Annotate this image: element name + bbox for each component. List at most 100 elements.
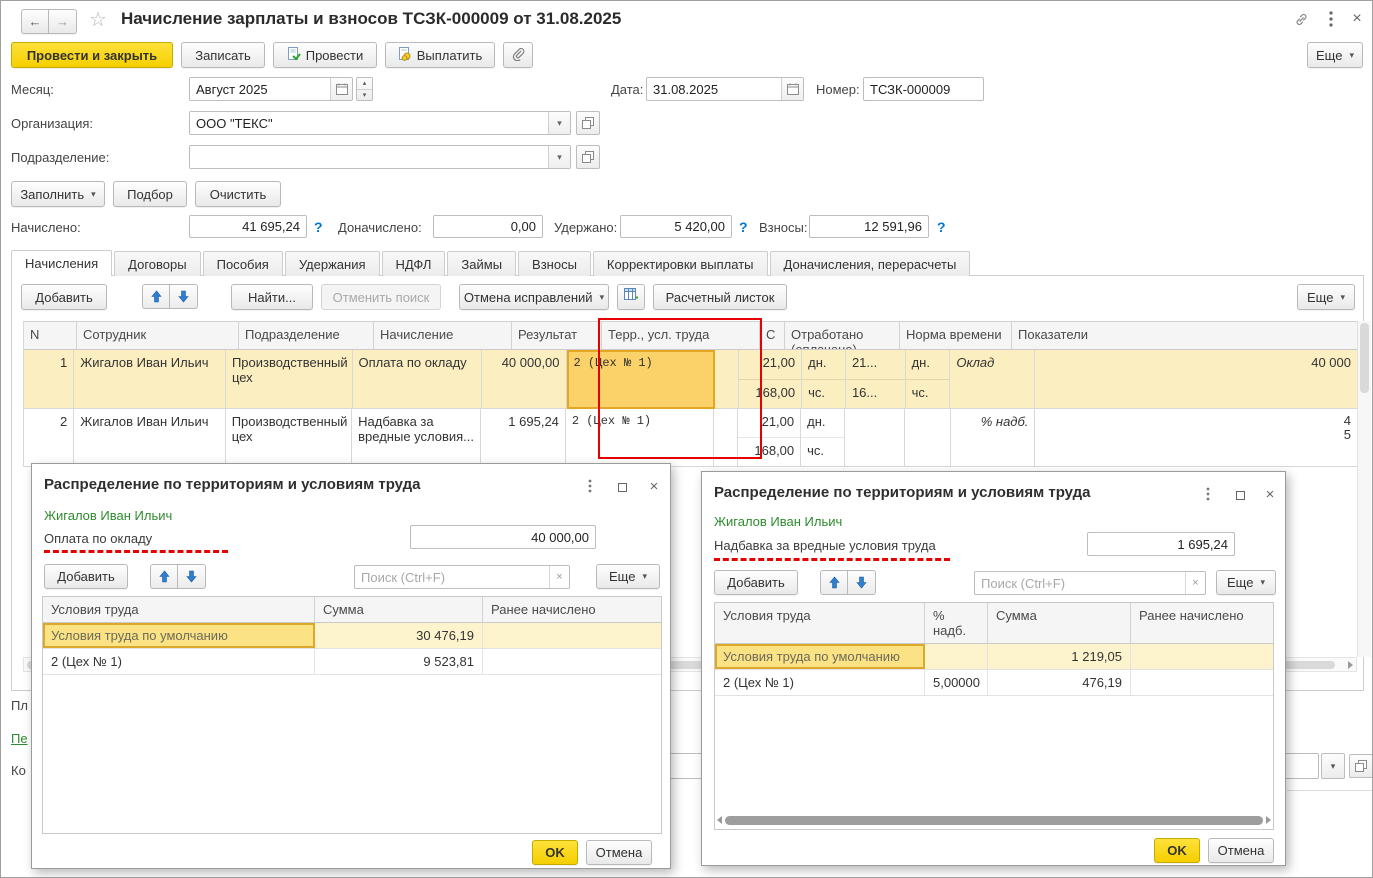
pay-button[interactable]: Выплатить bbox=[385, 42, 495, 68]
added-input[interactable] bbox=[434, 216, 542, 237]
back-button[interactable]: ← bbox=[21, 9, 49, 34]
number-field[interactable] bbox=[863, 77, 984, 101]
month-field[interactable] bbox=[189, 77, 353, 101]
col-header-norm[interactable]: Норма времени bbox=[900, 322, 1012, 350]
clear-search-icon[interactable]: × bbox=[1185, 572, 1205, 594]
background-link-fragment[interactable]: Пе bbox=[11, 731, 28, 746]
dialog-amount-input[interactable] bbox=[411, 526, 595, 548]
write-button[interactable]: Записать bbox=[181, 42, 265, 68]
tab-accruals[interactable]: Начисления bbox=[11, 250, 112, 276]
col-header-previous[interactable]: Ранее начислено bbox=[483, 597, 661, 623]
header-more-button[interactable]: Еще▾ bbox=[1307, 42, 1363, 68]
department-input[interactable] bbox=[190, 146, 548, 168]
col-header-c[interactable]: С bbox=[760, 322, 785, 350]
post-and-close-button[interactable]: Провести и закрыть bbox=[11, 42, 173, 68]
col-header-sum[interactable]: Сумма bbox=[315, 597, 483, 623]
tab-contracts[interactable]: Договоры bbox=[114, 251, 200, 276]
tab-ndfl[interactable]: НДФЛ bbox=[382, 251, 446, 276]
move-down-icon[interactable] bbox=[848, 570, 876, 595]
copy-link-icon[interactable] bbox=[1291, 9, 1311, 29]
table-row[interactable]: Условия труда по умолчанию 30 476,19 bbox=[43, 623, 661, 649]
month-stepper[interactable]: ▴ ▾ bbox=[356, 77, 373, 101]
dialog-add-button[interactable]: Добавить bbox=[44, 564, 128, 589]
department-field[interactable]: ▾ bbox=[189, 145, 571, 169]
dialog-amount-field[interactable] bbox=[1087, 532, 1235, 556]
date-input[interactable] bbox=[647, 78, 781, 100]
withheld-input[interactable] bbox=[621, 216, 731, 237]
organization-field[interactable]: ▾ bbox=[189, 111, 571, 135]
move-down-icon[interactable] bbox=[170, 284, 198, 309]
cell-territory-selected[interactable]: 2 (Цех № 1) bbox=[567, 350, 715, 409]
dialog-add-button[interactable]: Добавить bbox=[714, 570, 798, 595]
chevron-down-icon[interactable]: ▾ bbox=[548, 112, 570, 134]
dialog-amount-field[interactable] bbox=[410, 525, 596, 549]
cell-condition-selected[interactable]: Условия труда по умолчанию bbox=[43, 623, 315, 648]
tab-contributions[interactable]: Взносы bbox=[518, 251, 591, 276]
dialog-close-icon[interactable]: × bbox=[644, 476, 664, 496]
added-field[interactable] bbox=[433, 215, 543, 238]
col-header-employee[interactable]: Сотрудник bbox=[77, 322, 239, 350]
col-header-accrual[interactable]: Начисление bbox=[374, 322, 512, 350]
clear-search-icon[interactable]: × bbox=[549, 566, 569, 588]
organization-open-icon[interactable] bbox=[576, 111, 600, 135]
calendar-icon[interactable] bbox=[330, 78, 352, 100]
table-row[interactable]: 2 (Цех № 1) 5,00000 476,19 bbox=[715, 670, 1273, 696]
pick-button[interactable]: Подбор bbox=[113, 181, 187, 207]
grid-more-button[interactable]: Еще▾ bbox=[1297, 284, 1355, 310]
background-open-icon[interactable] bbox=[1349, 754, 1373, 778]
attachments-button[interactable] bbox=[503, 42, 533, 68]
contributions-field[interactable] bbox=[809, 215, 929, 238]
search-input[interactable] bbox=[355, 570, 549, 585]
dialog-horizontal-scrollbar[interactable] bbox=[717, 814, 1271, 826]
col-header-percent[interactable]: % надб. bbox=[925, 603, 988, 644]
move-up-icon[interactable] bbox=[820, 570, 848, 595]
dialog-maximize-icon[interactable] bbox=[1230, 485, 1250, 505]
contributions-input[interactable] bbox=[810, 216, 928, 237]
col-header-previous[interactable]: Ранее начислено bbox=[1131, 603, 1273, 644]
help-icon[interactable]: ? bbox=[937, 219, 946, 235]
dialog-search-field[interactable]: × bbox=[354, 565, 570, 589]
cell-condition-selected[interactable]: Условия труда по умолчанию bbox=[715, 644, 925, 669]
dialog-more-button[interactable]: Еще▾ bbox=[1216, 570, 1276, 595]
cancel-button[interactable]: Отмена bbox=[1208, 838, 1274, 863]
col-header-sum[interactable]: Сумма bbox=[988, 603, 1131, 644]
tab-deductions[interactable]: Удержания bbox=[285, 251, 380, 276]
dialog-maximize-icon[interactable] bbox=[612, 477, 632, 497]
fill-button[interactable]: Заполнить▾ bbox=[11, 181, 105, 207]
col-header-department[interactable]: Подразделение bbox=[239, 322, 374, 350]
stepper-down-icon[interactable]: ▾ bbox=[357, 90, 372, 101]
col-header-result[interactable]: Результат bbox=[512, 322, 602, 350]
tab-recalculations[interactable]: Доначисления, перерасчеты bbox=[770, 251, 971, 276]
undo-corrections-button[interactable]: Отмена исправлений▾ bbox=[459, 284, 609, 310]
ok-button[interactable]: OK bbox=[1154, 838, 1200, 863]
month-input[interactable] bbox=[190, 78, 330, 100]
favorite-star-icon[interactable]: ☆ bbox=[89, 7, 107, 32]
dialog-more-menu-icon[interactable] bbox=[580, 476, 600, 496]
grid-vertical-scrollbar[interactable] bbox=[1357, 321, 1371, 657]
ok-button[interactable]: OK bbox=[532, 840, 578, 865]
tab-loans[interactable]: Займы bbox=[447, 251, 516, 276]
withheld-field[interactable] bbox=[620, 215, 732, 238]
column-settings-button[interactable] bbox=[617, 284, 645, 310]
col-header-worked[interactable]: Отработано (оплачено) bbox=[785, 322, 900, 350]
dialog-more-menu-icon[interactable] bbox=[1198, 484, 1218, 504]
grid-cancel-search-button[interactable]: Отменить поиск bbox=[321, 284, 441, 310]
table-row[interactable]: Условия труда по умолчанию 1 219,05 bbox=[715, 644, 1273, 670]
col-header-indicators[interactable]: Показатели bbox=[1012, 322, 1357, 350]
dialog-close-icon[interactable]: × bbox=[1260, 484, 1280, 504]
close-window-icon[interactable]: × bbox=[1347, 9, 1367, 29]
cell-territory[interactable]: 2 (Цех № 1) bbox=[566, 409, 714, 467]
table-row[interactable]: 1 Жигалов Иван Ильич Производственный це… bbox=[24, 350, 1357, 409]
chevron-down-icon[interactable]: ▾ bbox=[548, 146, 570, 168]
accrued-input[interactable] bbox=[190, 216, 306, 237]
col-header-num[interactable]: N bbox=[24, 322, 77, 350]
col-header-conditions[interactable]: Условия труда bbox=[715, 603, 925, 644]
organization-input[interactable] bbox=[190, 112, 548, 134]
tab-payment-adjustments[interactable]: Корректировки выплаты bbox=[593, 251, 768, 276]
chevron-down-icon[interactable]: ▾ bbox=[1321, 753, 1345, 779]
move-up-icon[interactable] bbox=[150, 564, 178, 589]
col-header-conditions[interactable]: Условия труда bbox=[43, 597, 315, 623]
stepper-up-icon[interactable]: ▴ bbox=[357, 78, 372, 90]
number-input[interactable] bbox=[864, 78, 983, 100]
table-row[interactable]: 2 Жигалов Иван Ильич Производственный це… bbox=[24, 409, 1357, 467]
